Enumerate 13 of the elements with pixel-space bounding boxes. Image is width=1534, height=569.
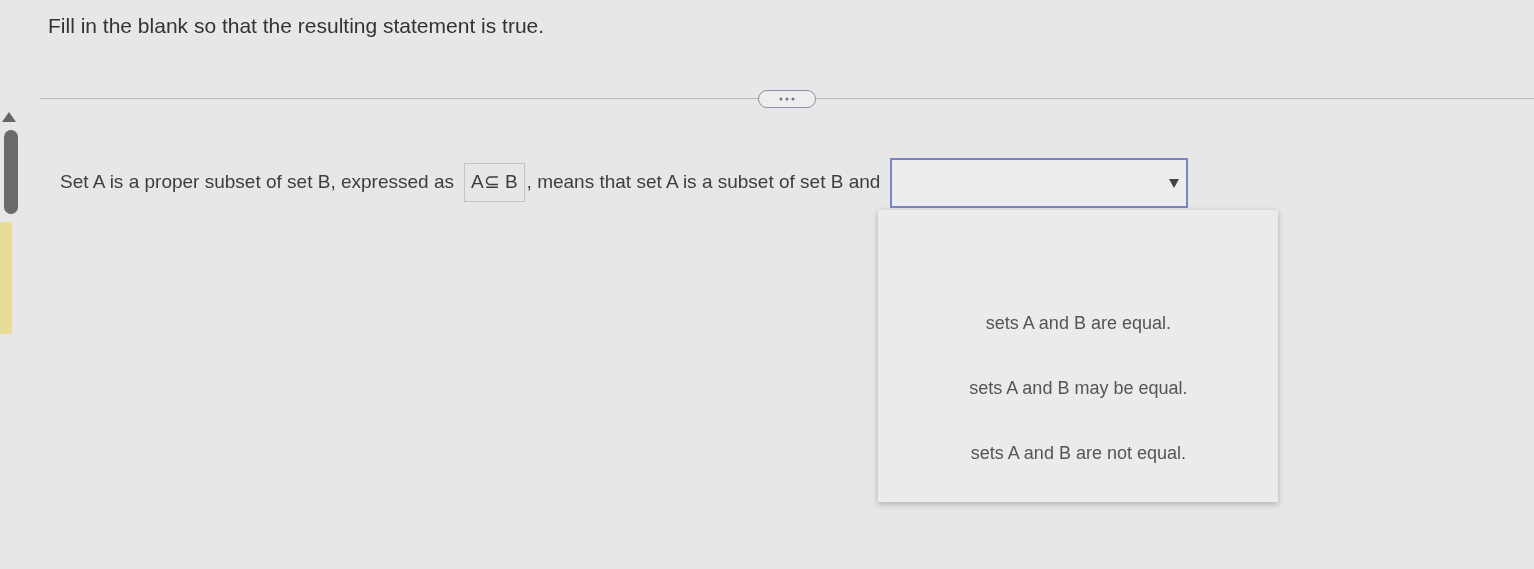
scroll-up-icon[interactable] [2, 112, 16, 122]
dropdown-option[interactable]: sets A and B are not equal. [966, 439, 1190, 467]
statement-text: Set A is a proper subset of set B, expressed as [60, 170, 454, 195]
answer-dropdown[interactable] [890, 157, 1189, 208]
dropdown-option[interactable]: sets A and B may be equal. [965, 374, 1192, 402]
expression-box: A⊆ B [463, 163, 525, 202]
caret-icon [1168, 176, 1181, 189]
statement-text: , means that set A is a subset of set B and [526, 170, 881, 195]
scrollbar-thumb[interactable] [4, 130, 18, 214]
dropdown-option[interactable]: sets A and B are equal. [981, 309, 1175, 337]
ellipsis-button[interactable] [758, 89, 816, 108]
instruction-text: Fill in the blank so that the resulting statement is true. [48, 13, 546, 39]
dots-icon [779, 96, 795, 101]
